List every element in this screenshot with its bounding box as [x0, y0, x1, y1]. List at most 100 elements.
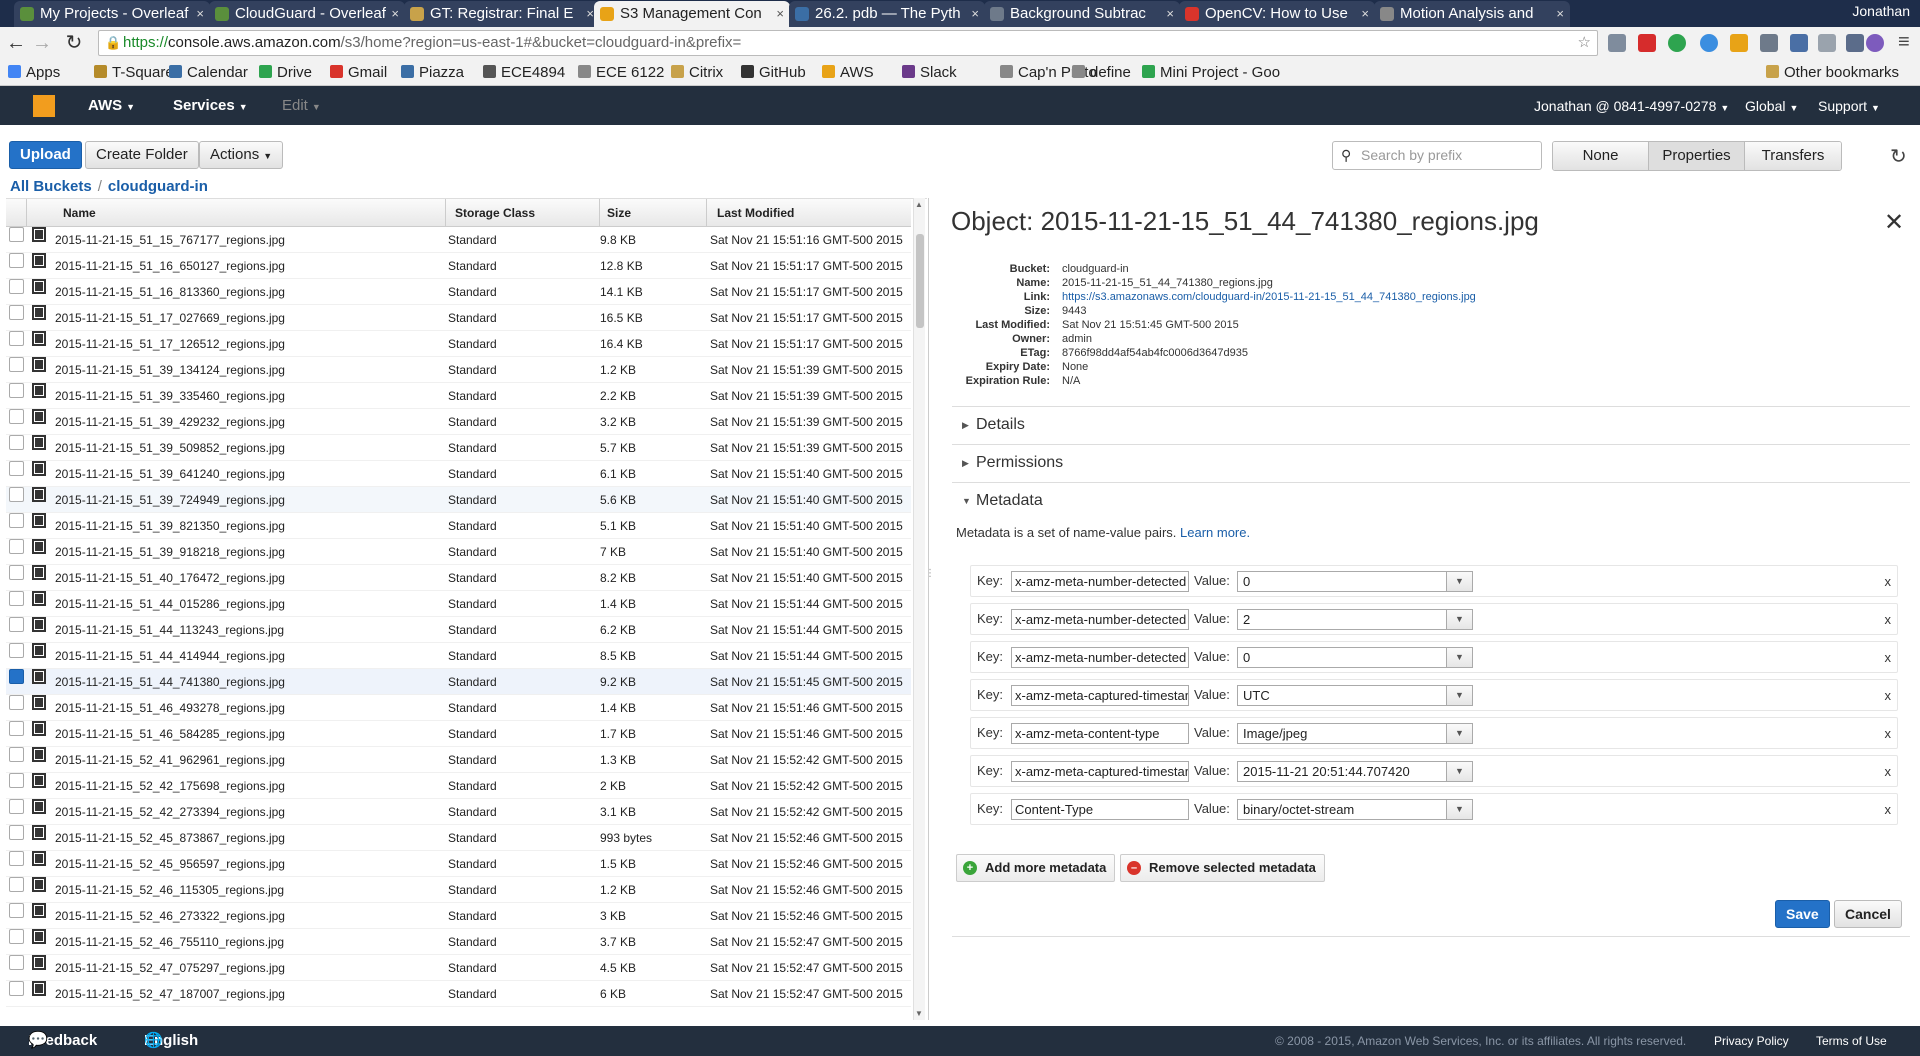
- table-row[interactable]: 2015-11-21-15_52_46_755110_regions.jpg St…: [6, 929, 911, 955]
- feedback-link[interactable]: 💬 Feedback: [28, 1026, 97, 1056]
- bookmark-item[interactable]: define: [1072, 64, 1131, 81]
- remove-metadata-row-icon[interactable]: x: [1885, 802, 1892, 817]
- row-checkbox[interactable]: [9, 825, 24, 840]
- column-header-name[interactable]: Name: [63, 199, 96, 227]
- bookmark-item[interactable]: Mini Project - Goo: [1142, 64, 1280, 81]
- bookmark-item[interactable]: ECE 6122: [578, 64, 664, 81]
- row-checkbox[interactable]: [9, 851, 24, 866]
- remove-metadata-row-icon[interactable]: x: [1885, 650, 1892, 665]
- row-checkbox[interactable]: [9, 253, 24, 268]
- download-extension-icon[interactable]: [1790, 34, 1808, 52]
- table-row[interactable]: 2015-11-21-15_51_16_813360_regions.jpg St…: [6, 279, 911, 305]
- table-row[interactable]: 2015-11-21-15_51_39_335460_regions.jpg St…: [6, 383, 911, 409]
- table-row[interactable]: 2015-11-21-15_51_39_918218_regions.jpg St…: [6, 539, 911, 565]
- bookmark-item[interactable]: Gmail: [330, 64, 387, 81]
- row-checkbox[interactable]: [9, 461, 24, 476]
- table-row[interactable]: 2015-11-21-15_52_45_873867_regions.jpg St…: [6, 825, 911, 851]
- row-checkbox[interactable]: [9, 409, 24, 424]
- aws-cube-icon[interactable]: [33, 95, 55, 117]
- close-icon[interactable]: ✕: [1884, 208, 1904, 237]
- cast-extension-icon[interactable]: [1608, 34, 1626, 52]
- table-row[interactable]: 2015-11-21-15_52_46_115305_regions.jpg St…: [6, 877, 911, 903]
- extension-icon[interactable]: [1866, 34, 1884, 52]
- table-row[interactable]: 2015-11-21-15_51_39_821350_regions.jpg St…: [6, 513, 911, 539]
- row-checkbox[interactable]: [9, 903, 24, 918]
- remove-metadata-row-icon[interactable]: x: [1885, 764, 1892, 779]
- close-tab-icon[interactable]: ×: [776, 1, 784, 26]
- row-checkbox[interactable]: [9, 591, 24, 606]
- close-tab-icon[interactable]: ×: [971, 1, 979, 26]
- bookmark-star-icon[interactable]: ☆: [1578, 31, 1591, 55]
- table-row[interactable]: 2015-11-21-15_51_44_414944_regions.jpg St…: [6, 643, 911, 669]
- info-extension-icon[interactable]: [1700, 34, 1718, 52]
- metadata-value-combobox[interactable]: 0 ▼: [1237, 571, 1473, 592]
- row-checkbox[interactable]: [9, 799, 24, 814]
- language-selector[interactable]: 🌐 English: [144, 1026, 198, 1056]
- metadata-value-combobox[interactable]: 2 ▼: [1237, 609, 1473, 630]
- close-tab-icon[interactable]: ×: [1361, 1, 1369, 26]
- scrollbar-thumb[interactable]: [916, 234, 924, 328]
- row-checkbox[interactable]: [9, 565, 24, 580]
- browser-profile-name[interactable]: Jonathan: [1852, 3, 1910, 19]
- table-row[interactable]: 2015-11-21-15_52_47_075297_regions.jpg St…: [6, 955, 911, 981]
- bookmark-item[interactable]: T-Square: [94, 64, 174, 81]
- row-checkbox[interactable]: [9, 747, 24, 762]
- table-row[interactable]: 2015-11-21-15_51_39_134124_regions.jpg St…: [6, 357, 911, 383]
- bookmark-item[interactable]: Apps: [8, 64, 60, 81]
- remove-metadata-row-icon[interactable]: x: [1885, 726, 1892, 741]
- aws-menu[interactable]: AWS ▼: [88, 97, 135, 114]
- add-metadata-button[interactable]: + Add more metadata: [956, 854, 1116, 882]
- table-row[interactable]: 2015-11-21-15_52_46_273322_regions.jpg St…: [6, 903, 911, 929]
- extension-icon[interactable]: [1760, 34, 1778, 52]
- services-menu[interactable]: Services ▼: [173, 97, 248, 114]
- close-tab-icon[interactable]: ×: [1166, 1, 1174, 26]
- row-checkbox[interactable]: [9, 357, 24, 372]
- metadata-value-combobox[interactable]: UTC ▼: [1237, 685, 1473, 706]
- other-bookmarks-folder[interactable]: Other bookmarks: [1766, 64, 1899, 81]
- bookmark-item[interactable]: Citrix: [671, 64, 723, 81]
- table-row[interactable]: 2015-11-21-15_52_45_956597_regions.jpg St…: [6, 851, 911, 877]
- privacy-policy-link[interactable]: Privacy Policy: [1714, 1026, 1789, 1056]
- search-input[interactable]: ⚲ Search by prefix: [1332, 141, 1542, 170]
- browser-tab[interactable]: My Projects - Overleaf ×: [14, 1, 210, 27]
- row-checkbox[interactable]: [9, 305, 24, 320]
- breadcrumb-all-buckets[interactable]: All Buckets: [10, 178, 92, 195]
- column-header-size[interactable]: Size: [607, 199, 631, 227]
- row-checkbox[interactable]: [9, 279, 24, 294]
- reload-icon[interactable]: ↻: [62, 31, 86, 55]
- chevron-down-icon[interactable]: ▼: [1446, 686, 1472, 705]
- row-checkbox[interactable]: [9, 643, 24, 658]
- refresh-icon[interactable]: ↻: [1890, 144, 1907, 169]
- row-checkbox[interactable]: [9, 773, 24, 788]
- metadata-key-input[interactable]: x-amz-meta-content-type: [1011, 723, 1189, 744]
- chevron-down-icon[interactable]: ▼: [1446, 724, 1472, 743]
- browser-tab[interactable]: CloudGuard - Overleaf ×: [209, 1, 405, 27]
- chevron-down-icon[interactable]: ▼: [1446, 648, 1472, 667]
- metadata-value-combobox[interactable]: 0 ▼: [1237, 647, 1473, 668]
- extension-icon[interactable]: [1846, 34, 1864, 52]
- chevron-down-icon[interactable]: ▼: [1446, 800, 1472, 819]
- table-row[interactable]: 2015-11-21-15_52_42_273394_regions.jpg St…: [6, 799, 911, 825]
- view-transfers-button[interactable]: Transfers: [1745, 142, 1841, 170]
- bookmark-item[interactable]: Drive: [259, 64, 312, 81]
- table-row[interactable]: 2015-11-21-15_52_42_175698_regions.jpg St…: [6, 773, 911, 799]
- metadata-section-toggle[interactable]: ▼ Metadata: [952, 482, 1910, 518]
- bookmark-item[interactable]: Slack: [902, 64, 957, 81]
- object-list-scrollbar[interactable]: ▲ ▼: [913, 198, 925, 1020]
- lastpass-extension-icon[interactable]: [1638, 34, 1656, 52]
- table-row[interactable]: 2015-11-21-15_51_17_126512_regions.jpg St…: [6, 331, 911, 357]
- row-checkbox[interactable]: [9, 331, 24, 346]
- view-properties-button[interactable]: Properties: [1649, 142, 1745, 170]
- metadata-key-input[interactable]: x-amz-meta-number-detected: [1011, 609, 1189, 630]
- support-menu[interactable]: Support ▼: [1818, 98, 1880, 114]
- column-header-last-modified[interactable]: Last Modified: [717, 199, 794, 227]
- bookmark-item[interactable]: AWS: [822, 64, 874, 81]
- metadata-key-input[interactable]: x-amz-meta-captured-timestamp: [1011, 685, 1189, 706]
- close-tab-icon[interactable]: ×: [391, 1, 399, 26]
- close-tab-icon[interactable]: ×: [586, 1, 594, 26]
- close-tab-icon[interactable]: ×: [1556, 1, 1564, 26]
- learn-more-link[interactable]: Learn more.: [1180, 525, 1250, 540]
- table-row[interactable]: 2015-11-21-15_51_40_176472_regions.jpg St…: [6, 565, 911, 591]
- table-row[interactable]: 2015-11-21-15_51_44_015286_regions.jpg St…: [6, 591, 911, 617]
- object-link[interactable]: https://s3.amazonaws.com/cloudguard-in/2…: [1062, 290, 1476, 304]
